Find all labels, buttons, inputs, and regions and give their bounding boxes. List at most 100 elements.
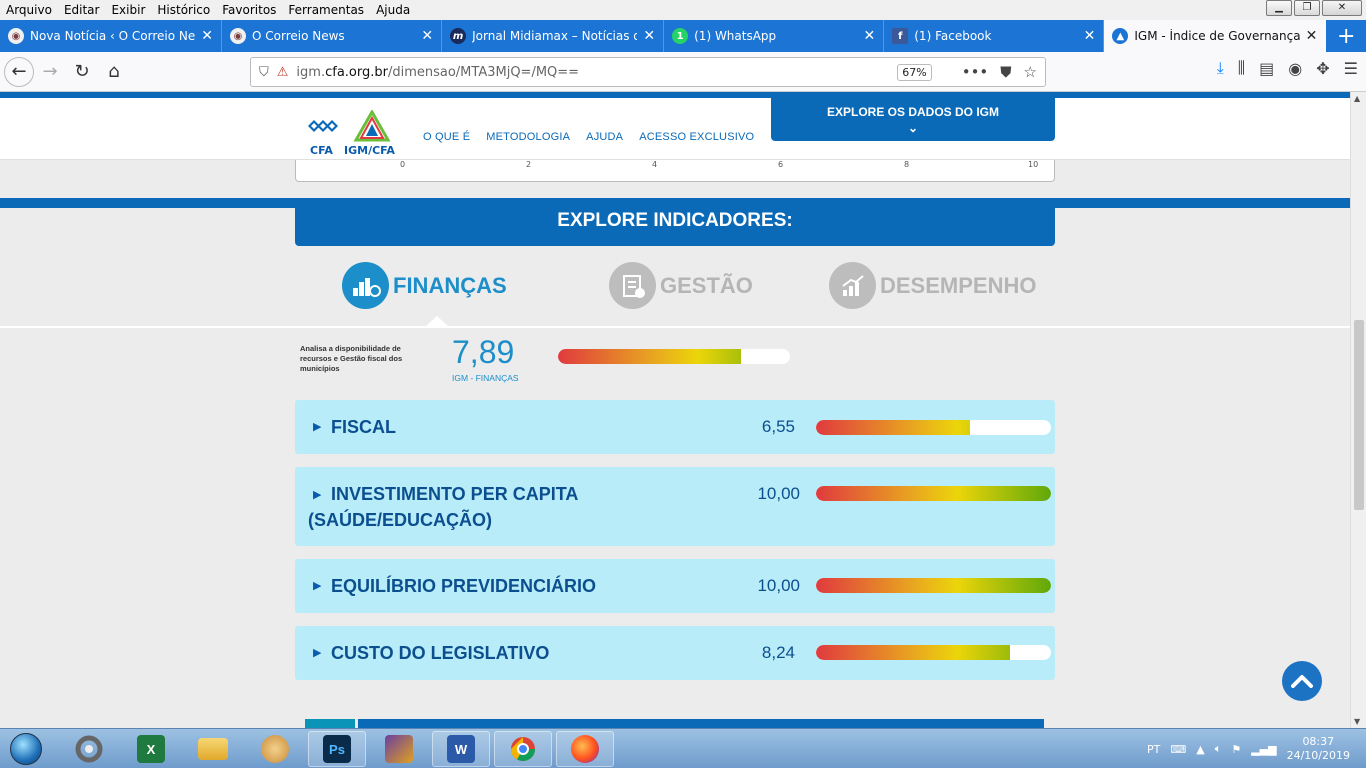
tab-title: (1) WhatsApp	[694, 29, 777, 43]
taskbar-explorer[interactable]	[184, 731, 242, 767]
url-host: cfa.org.br	[325, 64, 388, 80]
download-icon[interactable]: ⤓	[1217, 58, 1224, 78]
forward-button[interactable]: →	[34, 56, 66, 88]
network-signal-icon[interactable]: ▂▄▆	[1251, 743, 1276, 756]
restore-button[interactable]: ❐	[1294, 0, 1320, 16]
category-gestao[interactable]: GESTÃO	[609, 262, 753, 309]
nav-o-que-e[interactable]: O QUE É	[423, 131, 470, 143]
clock-time: 08:37	[1302, 735, 1335, 748]
tab-nova-noticia[interactable]: ◉ Nova Notícia ‹ O Correio News ✕	[0, 20, 222, 52]
action-center-flag-icon[interactable]: ⚑	[1231, 743, 1241, 756]
tab-midiamax[interactable]: m Jornal Midiamax – Notícias de Ca ✕	[442, 20, 665, 52]
close-window-button[interactable]: ✕	[1322, 0, 1362, 16]
url-bar[interactable]: ⛉ ⚠ igm.cfa.org.br/dimensao/MTA3MjQ=/MQ=…	[250, 57, 1046, 87]
close-tab-icon[interactable]: ✕	[1306, 28, 1318, 44]
reload-button[interactable]: ↻	[66, 56, 98, 88]
photoshop-icon: Ps	[323, 735, 351, 763]
word-icon: W	[447, 735, 475, 763]
taskbar-video-editor[interactable]	[370, 731, 428, 767]
menu-ajuda[interactable]: Ajuda	[370, 3, 416, 17]
indicator-value: 10,00	[757, 576, 800, 595]
indicator-name-line1: CUSTO DO LEGISLATIVO	[331, 643, 550, 663]
menu-historico[interactable]: Histórico	[151, 3, 216, 17]
firefox-icon	[571, 735, 599, 763]
indicator-equilibrio[interactable]: ▶ EQUILÍBRIO PREVIDENCIÁRIO 10,00	[295, 559, 1055, 613]
indicator-custo-legislativo[interactable]: ▶ CUSTO DO LEGISLATIVO 8,24	[295, 626, 1055, 680]
category-label: FINANÇAS	[393, 272, 507, 298]
menu-arquivo[interactable]: Arquivo	[0, 3, 58, 17]
igm-logo[interactable]: IGM/CFA	[344, 108, 400, 158]
close-tab-icon[interactable]: ✕	[864, 28, 876, 44]
close-tab-icon[interactable]: ✕	[1084, 28, 1096, 44]
indicator-name: FISCAL	[331, 414, 396, 440]
sidebar-icon[interactable]: ▤	[1259, 59, 1274, 78]
tab-whatsapp[interactable]: 1 (1) WhatsApp ✕	[664, 20, 885, 52]
bookmark-star-icon[interactable]: ☆	[1024, 63, 1037, 81]
indicator-fiscal[interactable]: ▶ FISCAL 6,55	[295, 400, 1055, 454]
axis-tick: 2	[526, 160, 532, 169]
taskbar-photoshop[interactable]: Ps	[308, 731, 366, 767]
menu-bar: Arquivo Editar Exibir Histórico Favorito…	[0, 0, 1366, 20]
close-tab-icon[interactable]: ✕	[201, 28, 213, 44]
cfa-logo[interactable]: CFA	[306, 118, 340, 158]
pocket-icon[interactable]: ⛊	[1000, 63, 1011, 81]
paint-icon	[261, 735, 289, 763]
nav-ajuda[interactable]: AJUDA	[586, 131, 623, 143]
taskbar-word[interactable]: W	[432, 731, 490, 767]
tab-facebook[interactable]: f (1) Facebook ✕	[884, 20, 1105, 52]
start-button[interactable]	[4, 731, 48, 767]
library-icon[interactable]: ⫼	[1238, 58, 1245, 78]
keyboard-icon[interactable]: ⌨	[1170, 743, 1186, 756]
chart-axis-box: 0 2 4 6 8 10	[295, 160, 1055, 182]
tab-strip: ◉ Nova Notícia ‹ O Correio News ✕ ◉ O Co…	[0, 20, 1366, 52]
whatsapp-favicon: 1	[672, 28, 689, 44]
scrollbar-thumb[interactable]	[1354, 320, 1364, 510]
menu-icon[interactable]: ☰	[1344, 59, 1358, 78]
category-financas[interactable]: FINANÇAS	[342, 262, 507, 309]
minimize-button[interactable]: ▁	[1266, 0, 1292, 16]
menu-exibir[interactable]: Exibir	[105, 3, 151, 17]
indicator-progress-fill	[816, 486, 1051, 501]
new-tab-button[interactable]: +	[1326, 20, 1366, 52]
scroll-to-top-button[interactable]	[1282, 661, 1322, 701]
tab-o-correio-news[interactable]: ◉ O Correio News ✕	[222, 20, 443, 52]
tab-title: O Correio News	[252, 29, 345, 43]
shield-icon[interactable]: ⛉	[259, 65, 269, 80]
midiamax-favicon: m	[450, 28, 467, 44]
site-nav: O QUE É METODOLOGIA AJUDA ACESSO EXCLUSI…	[423, 131, 754, 143]
indicator-investimento[interactable]: ▶ INVESTIMENTO PER CAPITA (SAÚDE/EDUCAÇÃ…	[295, 467, 1055, 546]
scroll-up-icon[interactable]: ▲	[1354, 94, 1360, 103]
vertical-scrollbar[interactable]: ▲ ▼	[1350, 92, 1366, 728]
category-desempenho[interactable]: DESEMPENHO	[829, 262, 1036, 309]
taskbar-firefox[interactable]	[556, 731, 614, 767]
tab-igm[interactable]: ▲ IGM - Índice de Governança Mu ✕	[1104, 20, 1327, 52]
page-actions-icon[interactable]: •••	[962, 63, 989, 81]
insecure-lock-icon[interactable]: ⚠	[277, 65, 289, 80]
menu-ferramentas[interactable]: Ferramentas	[282, 3, 370, 17]
zoom-level[interactable]: 67%	[897, 63, 932, 81]
home-button[interactable]: ⌂	[98, 56, 130, 88]
scroll-down-icon[interactable]: ▼	[1354, 717, 1360, 726]
nav-metodologia[interactable]: METODOLOGIA	[486, 131, 570, 143]
url-text[interactable]: igm.cfa.org.br/dimensao/MTA3MjQ=/MQ==	[296, 65, 897, 80]
category-divider	[0, 326, 1350, 328]
show-hidden-icons[interactable]: ▲	[1196, 743, 1204, 756]
taskbar-paint[interactable]	[246, 731, 304, 767]
explore-data-button[interactable]: EXPLORE OS DADOS DO IGM ⌄	[771, 98, 1055, 141]
menu-editar[interactable]: Editar	[58, 3, 106, 17]
taskbar-clock[interactable]: 08:37 24/10/2019	[1287, 735, 1350, 763]
indicator-name: CUSTO DO LEGISLATIVO	[331, 640, 549, 666]
language-indicator[interactable]: PT	[1147, 743, 1160, 756]
extensions-icon[interactable]: ✥	[1316, 59, 1329, 78]
taskbar-excel[interactable]: X	[122, 731, 180, 767]
volume-icon[interactable]: 🔈︎	[1215, 742, 1222, 756]
close-tab-icon[interactable]: ✕	[643, 28, 655, 44]
taskbar-app-1[interactable]	[60, 731, 118, 767]
menu-favoritos[interactable]: Favoritos	[216, 3, 282, 17]
close-tab-icon[interactable]: ✕	[421, 28, 433, 44]
account-icon[interactable]: ◉	[1288, 59, 1302, 78]
back-button[interactable]: ←	[4, 56, 34, 87]
indicator-value: 8,24	[761, 643, 795, 662]
nav-acesso-exclusivo[interactable]: ACESSO EXCLUSIVO	[639, 131, 754, 143]
taskbar-chrome[interactable]	[494, 731, 552, 767]
